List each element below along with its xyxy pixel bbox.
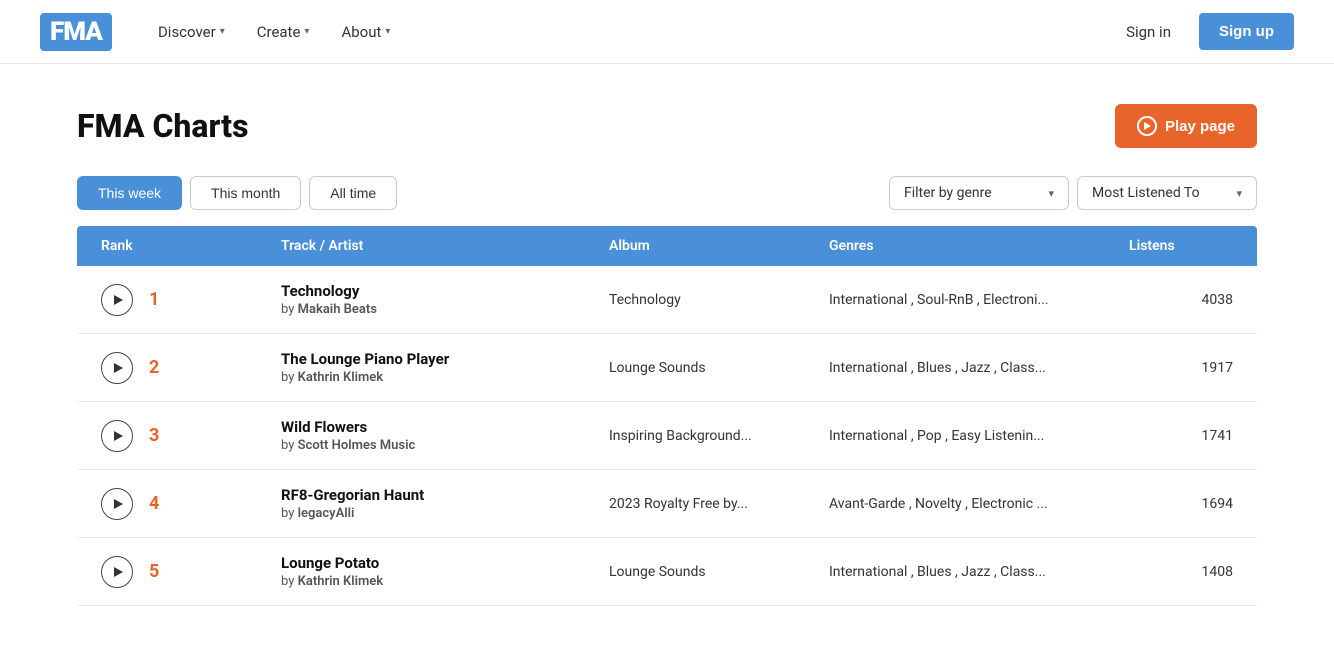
col-album: Album [601, 238, 821, 254]
track-artist: by Kathrin Klimek [281, 370, 593, 385]
rank-number: 4 [149, 493, 173, 514]
charts-header: FMA Charts Play page [77, 104, 1257, 148]
table-header: Rank Track / Artist Album Genres Listens [77, 226, 1257, 266]
genres-col: International , Soul-RnB , Electroni... [821, 292, 1121, 308]
sign-in-link[interactable]: Sign in [1114, 15, 1183, 49]
nav-discover[interactable]: Discover ▾ [144, 15, 239, 49]
genres-col: International , Blues , Jazz , Class... [821, 564, 1121, 580]
rank-number: 2 [149, 357, 173, 378]
rank-col: 4 [93, 488, 273, 520]
album-col: Technology [601, 292, 821, 308]
play-button-4[interactable] [101, 488, 133, 520]
chevron-down-icon: ▾ [1236, 187, 1242, 200]
track-name[interactable]: Wild Flowers [281, 418, 593, 436]
play-page-button[interactable]: Play page [1115, 104, 1257, 148]
rank-col: 2 [93, 352, 273, 384]
filter-this-week[interactable]: This week [77, 176, 182, 210]
rank-number: 1 [149, 289, 173, 310]
table-row: 1 Technology by Makaih Beats Technology … [77, 266, 1257, 334]
col-rank: Rank [93, 238, 273, 254]
track-name[interactable]: RF8-Gregorian Haunt [281, 486, 593, 504]
table-body: 1 Technology by Makaih Beats Technology … [77, 266, 1257, 606]
rank-col: 3 [93, 420, 273, 452]
play-icon [1137, 116, 1157, 136]
genre-filter-select[interactable]: Filter by genre ▾ [889, 176, 1069, 210]
play-button-5[interactable] [101, 556, 133, 588]
rank-number: 3 [149, 425, 173, 446]
listens-col: 4038 [1121, 292, 1241, 308]
rank-number: 5 [149, 561, 173, 582]
track-artist: by Makaih Beats [281, 302, 593, 317]
col-genres: Genres [821, 238, 1121, 254]
chevron-down-icon: ▾ [1048, 187, 1054, 200]
album-col: Lounge Sounds [601, 564, 821, 580]
main-nav: Discover ▾ Create ▾ About ▾ [144, 15, 1082, 49]
header-actions: Sign in Sign up [1114, 13, 1294, 50]
track-col: Wild Flowers by Scott Holmes Music [273, 418, 601, 453]
track-name[interactable]: Technology [281, 282, 593, 300]
sort-filter-label: Most Listened To [1092, 185, 1200, 201]
listens-col: 1917 [1121, 360, 1241, 376]
genres-col: International , Pop , Easy Listenin... [821, 428, 1121, 444]
track-col: Technology by Makaih Beats [273, 282, 601, 317]
filter-all-time[interactable]: All time [309, 176, 397, 210]
table-row: 3 Wild Flowers by Scott Holmes Music Ins… [77, 402, 1257, 470]
listens-col: 1694 [1121, 496, 1241, 512]
track-name[interactable]: The Lounge Piano Player [281, 350, 593, 368]
table-row: 4 RF8-Gregorian Haunt by legacyAlli 2023… [77, 470, 1257, 538]
page-title: FMA Charts [77, 107, 249, 145]
sort-filter-select[interactable]: Most Listened To ▾ [1077, 176, 1257, 210]
track-col: Lounge Potato by Kathrin Klimek [273, 554, 601, 589]
play-page-label: Play page [1165, 118, 1235, 135]
header: FMA Discover ▾ Create ▾ About ▾ Sign in … [0, 0, 1334, 64]
album-col: Lounge Sounds [601, 360, 821, 376]
track-col: RF8-Gregorian Haunt by legacyAlli [273, 486, 601, 521]
nav-about[interactable]: About ▾ [327, 15, 404, 49]
col-track: Track / Artist [273, 238, 601, 254]
filter-this-month[interactable]: This month [190, 176, 301, 210]
track-name[interactable]: Lounge Potato [281, 554, 593, 572]
genres-col: International , Blues , Jazz , Class... [821, 360, 1121, 376]
filters-row: This week This month All time Filter by … [77, 176, 1257, 210]
rank-col: 5 [93, 556, 273, 588]
album-col: Inspiring Background... [601, 428, 821, 444]
chevron-down-icon: ▾ [385, 26, 390, 37]
col-listens: Listens [1121, 238, 1241, 254]
track-artist: by legacyAlli [281, 506, 593, 521]
album-col: 2023 Royalty Free by... [601, 496, 821, 512]
track-artist: by Scott Holmes Music [281, 438, 593, 453]
main-content: FMA Charts Play page This week This mont… [37, 64, 1297, 626]
table-row: 5 Lounge Potato by Kathrin Klimek Lounge… [77, 538, 1257, 606]
logo[interactable]: FMA [40, 13, 112, 51]
track-col: The Lounge Piano Player by Kathrin Klime… [273, 350, 601, 385]
chevron-down-icon: ▾ [304, 26, 309, 37]
play-button-2[interactable] [101, 352, 133, 384]
play-button-3[interactable] [101, 420, 133, 452]
listens-col: 1741 [1121, 428, 1241, 444]
genres-col: Avant-Garde , Novelty , Electronic ... [821, 496, 1121, 512]
chevron-down-icon: ▾ [220, 26, 225, 37]
track-artist: by Kathrin Klimek [281, 574, 593, 589]
table-row: 2 The Lounge Piano Player by Kathrin Kli… [77, 334, 1257, 402]
rank-col: 1 [93, 284, 273, 316]
nav-create[interactable]: Create ▾ [243, 15, 324, 49]
genre-filter-label: Filter by genre [904, 185, 992, 201]
listens-col: 1408 [1121, 564, 1241, 580]
play-button-1[interactable] [101, 284, 133, 316]
sign-up-button[interactable]: Sign up [1199, 13, 1294, 50]
